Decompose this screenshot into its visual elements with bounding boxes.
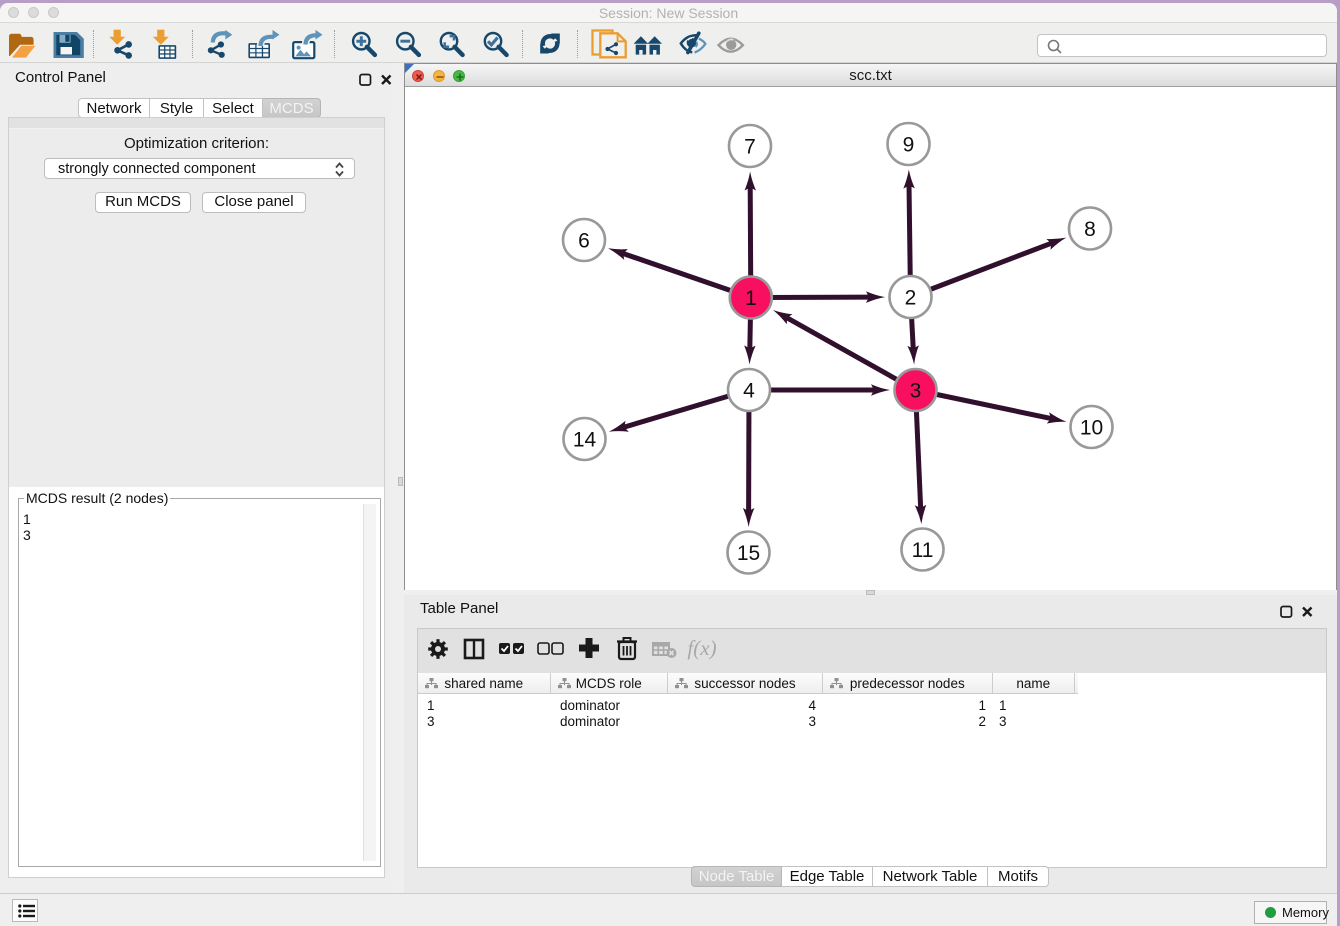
- svg-text:f(x): f(x): [687, 636, 716, 660]
- svg-text:11: 11: [912, 539, 934, 562]
- svg-text:4: 4: [743, 380, 755, 403]
- svg-text:8: 8: [1084, 218, 1096, 241]
- svg-text:14: 14: [573, 429, 597, 452]
- svg-text:10: 10: [1080, 417, 1103, 440]
- svg-text:1: 1: [745, 287, 757, 310]
- svg-text:2: 2: [905, 287, 917, 310]
- svg-text:3: 3: [910, 380, 922, 403]
- svg-text:7: 7: [744, 136, 756, 159]
- svg-text:6: 6: [578, 230, 590, 253]
- svg-text:15: 15: [737, 542, 760, 565]
- svg-text:9: 9: [903, 134, 915, 157]
